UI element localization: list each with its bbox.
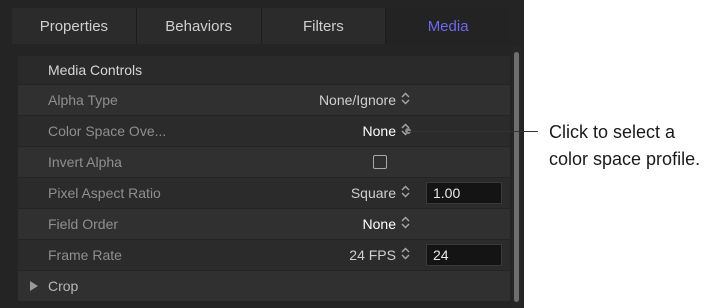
param-label: Alpha Type	[48, 92, 118, 108]
popup-value: None/Ignore	[318, 92, 396, 108]
color-space-popup[interactable]: None	[363, 123, 410, 139]
param-row-alpha-type: Alpha Type None/Ignore	[18, 84, 510, 115]
param-row-invert-alpha: Invert Alpha	[18, 146, 510, 177]
stepper-icon	[401, 185, 410, 201]
section-header-media-controls: Media Controls	[18, 56, 510, 84]
scrollbar-thumb[interactable]	[514, 52, 519, 302]
tab-filters[interactable]: Filters	[262, 8, 387, 44]
param-label: Frame Rate	[48, 247, 122, 263]
frame-rate-popup[interactable]: 24 FPS	[349, 247, 410, 263]
stepper-icon	[401, 247, 410, 263]
disclosure-triangle-icon[interactable]	[30, 281, 38, 291]
popup-value: 24 FPS	[349, 247, 396, 263]
popup-value: Square	[350, 185, 396, 201]
stepper-icon	[401, 216, 410, 232]
callout-line	[408, 131, 538, 132]
pixel-aspect-value-field[interactable]: 1.00	[426, 182, 502, 204]
param-row-field-order: Field Order None	[18, 208, 510, 239]
callout-line-1: Click to select a	[549, 122, 676, 142]
param-label: Pixel Aspect Ratio	[48, 185, 161, 201]
popup-value: None	[362, 216, 396, 232]
stepper-icon	[401, 92, 410, 108]
param-label: Color Space Ove...	[48, 123, 167, 139]
parameter-list: Media Controls Alpha Type None/Ignore Co…	[18, 56, 510, 308]
tab-media[interactable]: Media	[386, 8, 510, 44]
param-label: Field Order	[48, 216, 119, 232]
tab-behaviors[interactable]: Behaviors	[137, 8, 262, 44]
field-order-popup[interactable]: None	[363, 216, 410, 232]
inspector-tabs: Properties Behaviors Filters Media	[12, 8, 510, 44]
tab-properties[interactable]: Properties	[12, 8, 137, 44]
scrollbar[interactable]	[512, 46, 521, 308]
param-row-frame-rate: Frame Rate 24 FPS 24	[18, 239, 510, 270]
callout-line-2: color space profile.	[549, 149, 701, 169]
popup-value: None	[362, 123, 396, 139]
frame-rate-value-field[interactable]: 24	[426, 244, 502, 266]
pixel-aspect-popup[interactable]: Square	[351, 185, 410, 201]
param-label: Crop	[48, 278, 79, 294]
param-label: Invert Alpha	[48, 154, 122, 170]
invert-alpha-checkbox[interactable]	[373, 155, 387, 169]
param-row-pixel-aspect-ratio: Pixel Aspect Ratio Square 1.00	[18, 177, 510, 208]
callout-annotation: Click to select a color space profile.	[549, 119, 725, 173]
alpha-type-popup[interactable]: None/Ignore	[319, 92, 410, 108]
inspector-panel: Properties Behaviors Filters Media Media…	[0, 0, 524, 308]
param-group-crop[interactable]: Crop	[18, 270, 510, 301]
